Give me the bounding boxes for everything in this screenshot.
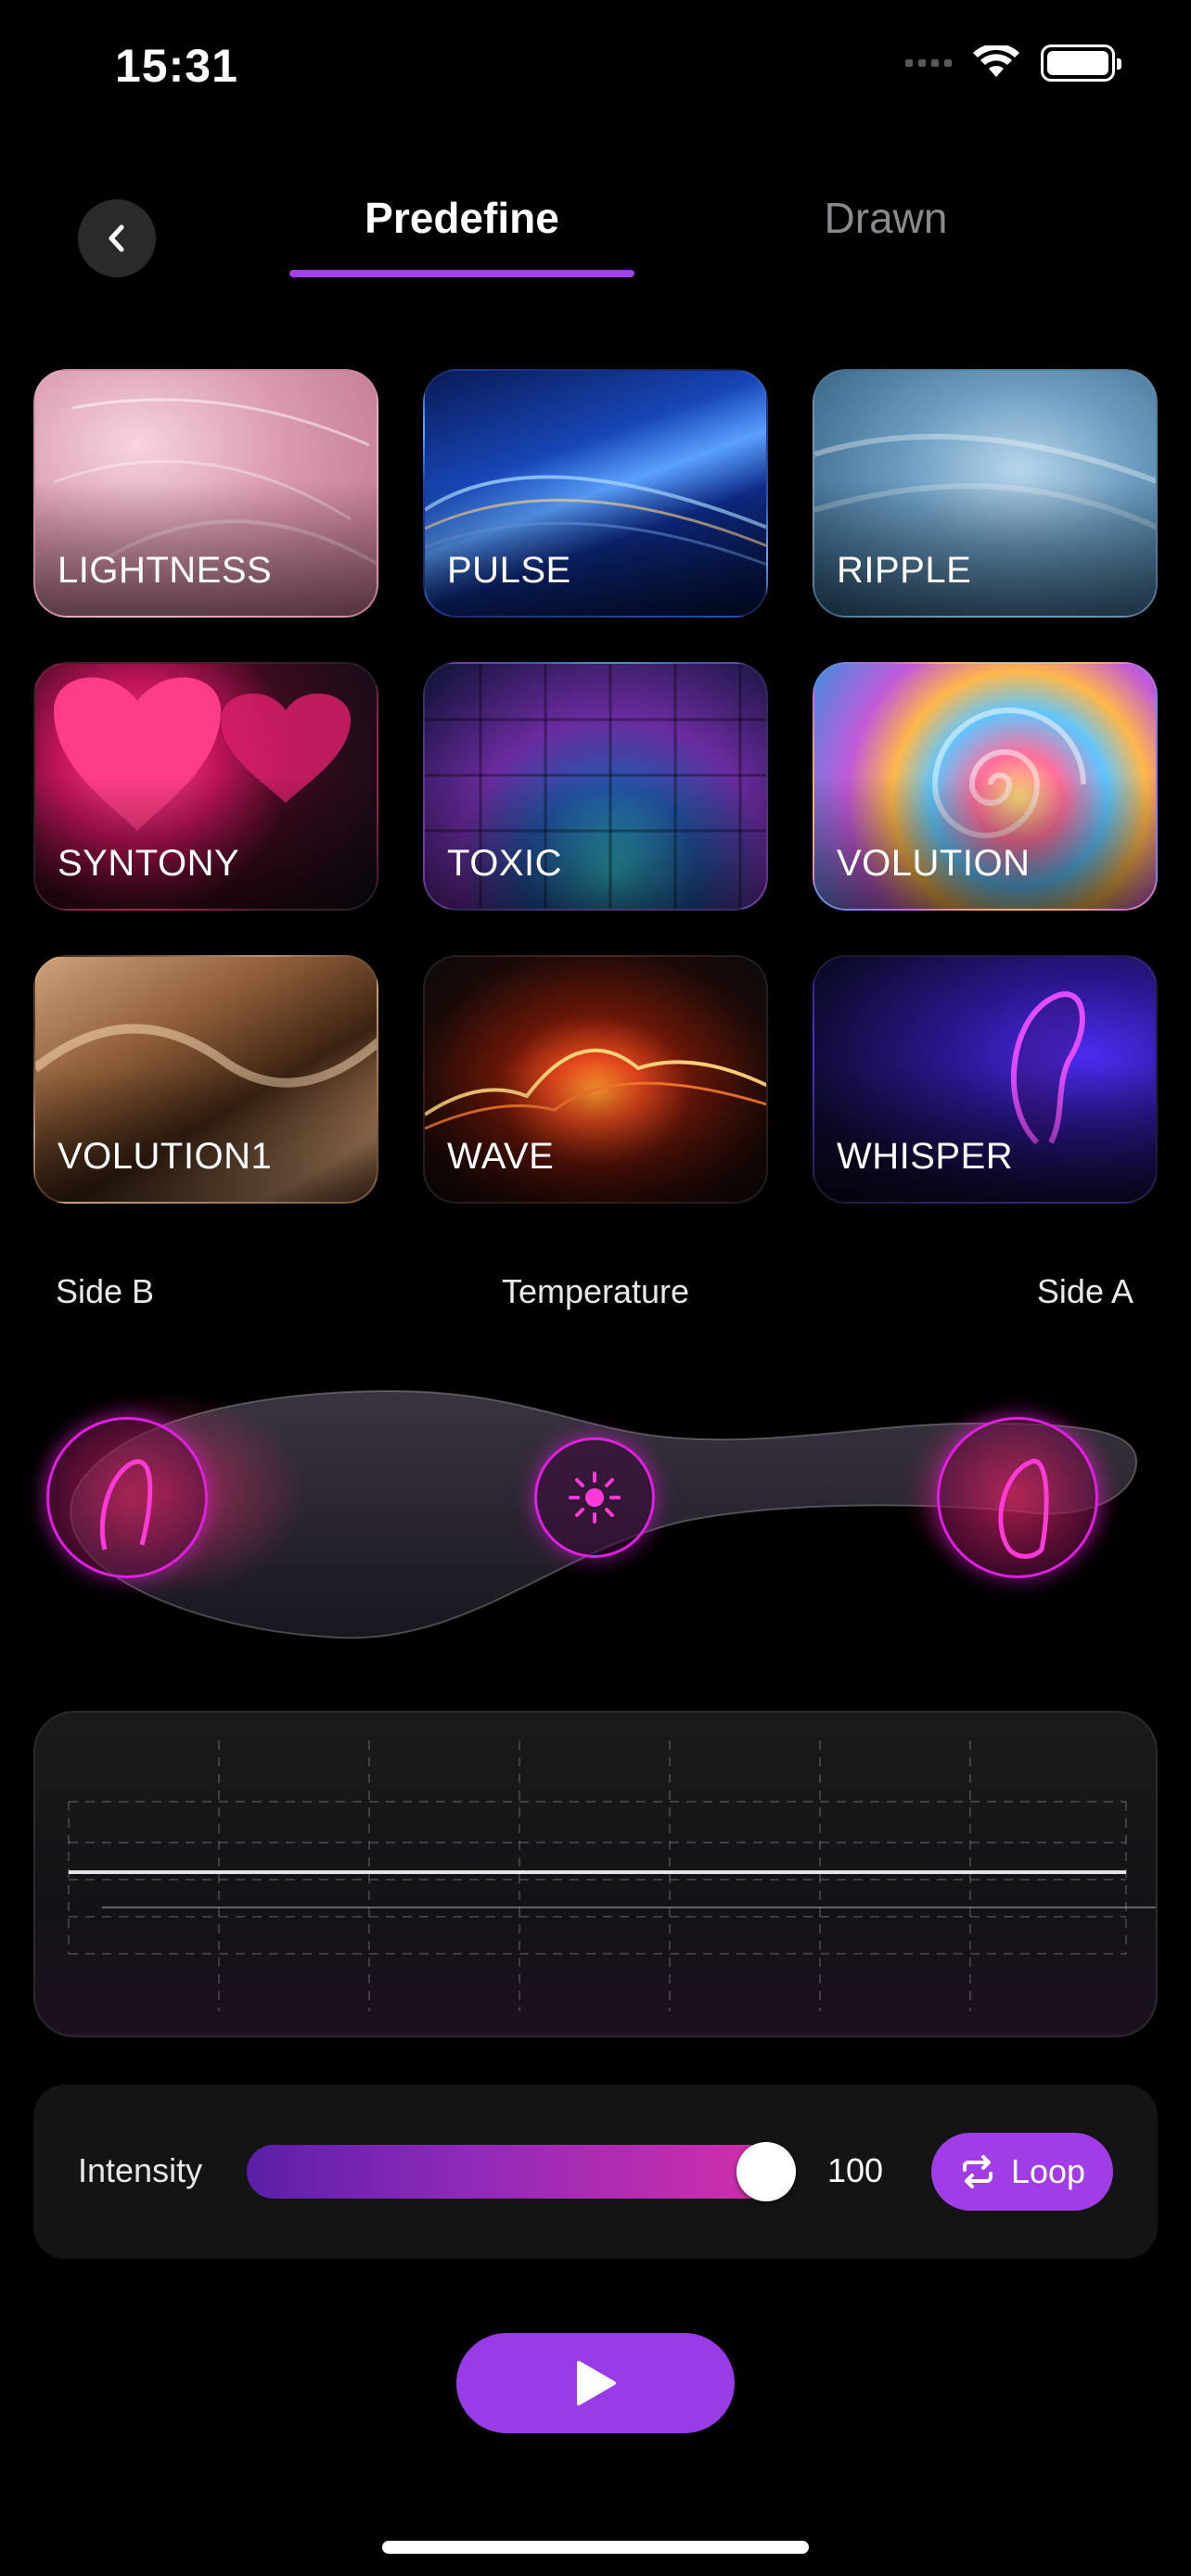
pattern-label: VOLUTION1 [58, 1136, 273, 1177]
tab-predefine[interactable]: Predefine [289, 193, 634, 243]
intensity-control-bar: Intensity 100 Loop [33, 2085, 1158, 2259]
pattern-label: LIGHTNESS [58, 550, 273, 591]
status-time: 15:31 [115, 40, 238, 92]
tab-drawn[interactable]: Drawn [761, 193, 1011, 243]
status-icons [905, 45, 1121, 82]
play-icon [577, 2361, 616, 2405]
pattern-label: PULSE [447, 550, 571, 591]
pattern-card-lightness[interactable]: LIGHTNESS [33, 369, 378, 618]
loop-button[interactable]: Loop [931, 2133, 1113, 2211]
zone-side-a[interactable] [937, 1417, 1098, 1578]
loop-label: Loop [1010, 2152, 1086, 2190]
pattern-label: WAVE [447, 1136, 555, 1177]
side-b-zone-icon [99, 1459, 153, 1550]
pattern-label: WHISPER [837, 1136, 1014, 1177]
sun-icon [569, 1472, 621, 1524]
pattern-card-pulse[interactable]: PULSE [423, 369, 768, 618]
waveform-preview [33, 1711, 1158, 2037]
chevron-left-icon [109, 224, 124, 252]
pattern-label: VOLUTION [837, 843, 1031, 884]
play-button[interactable] [456, 2333, 735, 2433]
pattern-card-volution1[interactable]: VOLUTION1 [33, 955, 378, 1204]
side-a-label: Side A [1036, 1272, 1133, 1310]
pattern-card-whisper[interactable]: WHISPER [813, 955, 1158, 1204]
pattern-grid: LIGHTNESS PULSE RIPPLE SYNTONY TOXIC VOL… [33, 369, 1158, 1204]
repeat-icon [962, 2155, 992, 2188]
battery-icon [1041, 45, 1121, 82]
side-a-zone-icon [998, 1459, 1049, 1559]
pattern-card-volution[interactable]: VOLUTION [813, 662, 1158, 911]
zone-temperature[interactable] [534, 1437, 655, 1558]
pattern-card-toxic[interactable]: TOXIC [423, 662, 768, 911]
intensity-label: Intensity [78, 2151, 203, 2189]
pattern-label: RIPPLE [837, 550, 972, 591]
temperature-label: Temperature [501, 1272, 690, 1310]
pattern-card-ripple[interactable]: RIPPLE [813, 369, 1158, 618]
intensity-slider-thumb[interactable] [736, 2142, 796, 2201]
pattern-label: TOXIC [447, 843, 563, 884]
home-indicator[interactable] [382, 2541, 809, 2554]
device-illustration [28, 1372, 1154, 1651]
back-button[interactable] [78, 199, 156, 277]
intensity-slider[interactable] [247, 2142, 796, 2201]
intensity-value: 100 [827, 2151, 884, 2189]
pattern-card-syntony[interactable]: SYNTONY [33, 662, 378, 911]
zone-side-b[interactable] [46, 1417, 208, 1578]
waveform-grid [68, 1741, 1156, 2011]
pattern-label: SYNTONY [58, 843, 240, 884]
wifi-icon [973, 45, 1019, 77]
cellular-signal-icon [905, 59, 952, 67]
active-tab-indicator [289, 270, 634, 277]
pattern-card-wave[interactable]: WAVE [423, 955, 768, 1204]
